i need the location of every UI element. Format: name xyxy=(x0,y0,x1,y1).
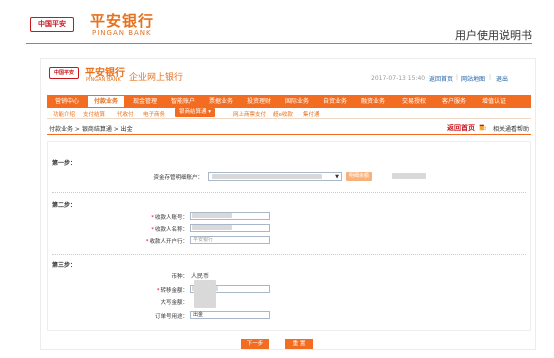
bank-app-window: 中国平安 平安银行 PINGAN BANK 企业网上银行 2017-07-13 … xyxy=(40,58,536,350)
transfer-form: 第一步： 资金存管明细账户： ▼ 明细余额 第二步： *收款人账号： *收款人名… xyxy=(47,141,531,331)
purpose-input[interactable]: 出金 xyxy=(190,311,270,319)
app-datetime: 2017-07-13 15:40 xyxy=(371,75,426,82)
redacted-text xyxy=(192,213,232,218)
step2-title: 第二步： xyxy=(52,202,77,209)
redacted-account xyxy=(212,174,322,179)
help-mug-icon xyxy=(479,124,486,131)
return-home-link[interactable]: 返回首页 xyxy=(447,123,475,133)
subnav-merchant-settlement[interactable]: 银商结算通 ▾ xyxy=(175,108,216,117)
nav-bill-business[interactable]: 票据业务 xyxy=(203,95,239,108)
payee-name-input[interactable] xyxy=(190,224,270,232)
document-title: 用户使用说明书 xyxy=(455,29,532,42)
header-divider xyxy=(26,43,532,44)
nav-payment-business[interactable]: 付款业务 xyxy=(87,95,125,108)
main-navigation: 营销中心 付款业务 现金管理 智能账户 票据业务 投资理财 国际业务 自贸业务 … xyxy=(47,95,531,108)
purpose-label: 订单号用途： xyxy=(154,314,188,320)
step1-title: 第一步： xyxy=(52,160,77,167)
breadcrumb-bar: 付款业务 > 银商结算通 > 出金 返回首页 相关通看帮助 xyxy=(47,123,531,135)
app-brand-english: PINGAN BANK xyxy=(86,77,121,83)
home-link[interactable]: 返回首页 xyxy=(429,74,453,83)
app-header: 中国平安 平安银行 PINGAN BANK 企业网上银行 2017-07-13 … xyxy=(41,59,535,89)
step-divider xyxy=(52,254,526,255)
nav-smart-account[interactable]: 智能账户 xyxy=(165,95,201,108)
payee-account-input[interactable] xyxy=(190,212,270,220)
nav-investment[interactable]: 投资理财 xyxy=(241,95,277,108)
bank-logo-name: 平安银行 xyxy=(90,12,155,30)
payee-account-label: *收款人账号： xyxy=(151,215,188,221)
nav-transaction-auth[interactable]: 交易授权 xyxy=(395,95,433,108)
redacted-balance xyxy=(392,173,426,179)
chevron-down-icon: ▼ xyxy=(335,174,339,180)
payee-bank-label: *收款人开户行： xyxy=(145,239,188,245)
document-header: 中国平安 平安银行 PINGAN BANK 用户使用说明书 xyxy=(0,0,554,44)
redacted-amount-area xyxy=(194,280,216,308)
subnav-online-bill-pay[interactable]: 网上商票支付 xyxy=(233,110,266,118)
subnav-collective-pay[interactable]: 集付通 xyxy=(303,110,320,118)
account-select[interactable]: ▼ xyxy=(208,172,342,181)
step3-title: 第三步： xyxy=(52,262,77,269)
bank-logo-english: PINGAN BANK xyxy=(92,29,152,37)
nav-customer-service[interactable]: 客户服务 xyxy=(435,95,473,108)
logout-link[interactable]: 退出 xyxy=(496,74,508,83)
ping-an-logo-badge: 中国平安 xyxy=(30,17,74,32)
query-balance-button[interactable]: 明细余额 xyxy=(346,172,373,181)
link-separator: | xyxy=(456,74,459,81)
link-separator: | xyxy=(489,74,492,81)
breadcrumb: 付款业务 > 银商结算通 > 出金 xyxy=(49,126,133,133)
reset-button[interactable]: 重 置 xyxy=(285,339,313,349)
subnav-collect-pay[interactable]: 代收付 xyxy=(117,110,134,118)
step-divider xyxy=(52,192,526,193)
subnav-intro[interactable]: 功能介绍 xyxy=(53,110,75,118)
next-button[interactable]: 下一步 xyxy=(241,339,269,349)
account-label: 资金存管明细账户： xyxy=(153,175,203,181)
nav-value-added[interactable]: 增值认证 xyxy=(475,95,513,108)
currency-value: 人民币 xyxy=(191,273,210,280)
currency-label: 币种： xyxy=(171,274,188,280)
app-logo-badge: 中国平安 xyxy=(49,67,79,79)
subnav-ecommerce[interactable]: 电子商务 xyxy=(143,110,165,118)
payee-name-label: *收款人名称： xyxy=(151,227,188,233)
help-link[interactable]: 相关通看帮助 xyxy=(493,124,529,133)
payee-bank-input[interactable]: 平安银行 xyxy=(190,236,270,244)
nav-international[interactable]: 国际业务 xyxy=(279,95,315,108)
sitemap-link[interactable]: 网站地图 xyxy=(461,74,485,83)
amount-label: *转移金额： xyxy=(156,288,188,294)
subnav-super-collect[interactable]: 超e收款 xyxy=(273,110,293,118)
nav-marketing-center[interactable]: 营销中心 xyxy=(49,95,85,108)
redacted-text xyxy=(192,225,232,230)
nav-cash-management[interactable]: 现金管理 xyxy=(127,95,163,108)
amount-upper-label: 大写金额： xyxy=(160,300,188,306)
subnav-settlement[interactable]: 支付结算 xyxy=(83,110,105,118)
sub-navigation: 功能介绍 支付结算 代收付 电子商务 银商结算通 ▾ 网上商票支付 超e收款 集… xyxy=(47,108,531,119)
nav-financing[interactable]: 融资业务 xyxy=(355,95,391,108)
app-product-name: 企业网上银行 xyxy=(129,73,184,83)
nav-free-trade[interactable]: 自贸业务 xyxy=(317,95,353,108)
